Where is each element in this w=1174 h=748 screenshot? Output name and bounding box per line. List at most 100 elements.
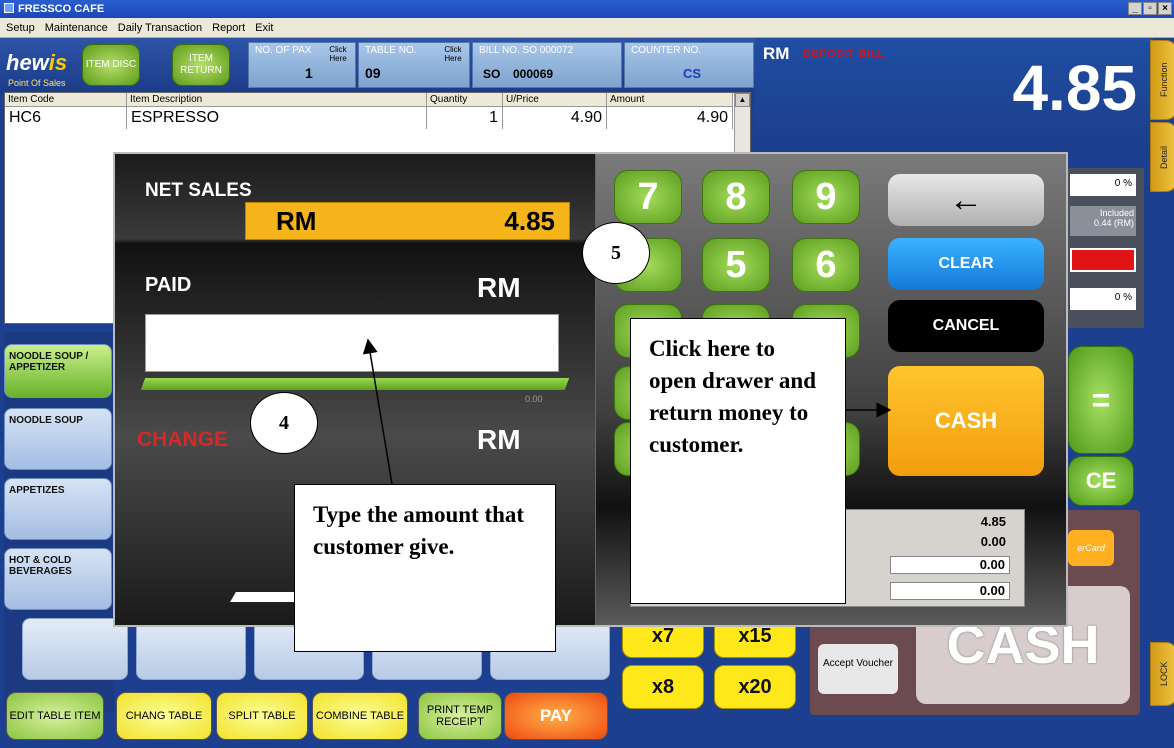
table-click-hint: Click Here: [444, 45, 462, 63]
split-table-button[interactable]: SPLIT TABLE: [216, 692, 308, 740]
category-appetizes[interactable]: APPETIZES: [4, 478, 112, 540]
pay-button[interactable]: PAY: [504, 692, 608, 740]
pax-click-hint: Click Here: [329, 45, 347, 63]
logo: hewis: [6, 50, 68, 75]
category-noodle-soup[interactable]: NOODLE SOUP: [4, 408, 112, 470]
key-9[interactable]: 9: [792, 170, 860, 224]
paid-hint: 0.00: [525, 394, 543, 404]
cell-item-description[interactable]: ESPRESSO: [127, 107, 427, 129]
paid-amount-input[interactable]: [145, 314, 559, 372]
item-return-button[interactable]: ITEM RETURN: [172, 44, 230, 86]
equals-button[interactable]: =: [1068, 346, 1134, 454]
bill-prefix: SO: [483, 67, 501, 81]
backspace-button[interactable]: ←: [888, 174, 1044, 226]
cell-quantity[interactable]: 1: [427, 107, 503, 129]
summary-balance: 0.00: [890, 582, 1010, 600]
category-hot-cold-beverages[interactable]: HOT & COLD BEVERAGES: [4, 548, 112, 610]
col-amount: Amount: [607, 93, 733, 107]
paid-label: PAID: [145, 274, 192, 296]
function-tab[interactable]: Function: [1150, 40, 1174, 120]
lock-tab[interactable]: LOCK: [1150, 642, 1174, 706]
ce-button[interactable]: CE: [1068, 456, 1134, 506]
total-amount: 4.85: [1012, 52, 1137, 124]
cell-item-code[interactable]: HC6: [5, 107, 127, 129]
cash-button[interactable]: CASH: [888, 366, 1044, 476]
edit-table-item-button[interactable]: EDIT TABLE ITEM: [6, 692, 104, 740]
menu-tile[interactable]: [22, 618, 128, 680]
key-6[interactable]: 6: [792, 238, 860, 292]
pax-label: NO. OF PAX: [255, 45, 312, 56]
title-bar: FRESSCO CAFE: [0, 0, 1174, 18]
table-label: TABLE NO.: [365, 45, 417, 56]
net-sales-box: RM 4.85: [245, 202, 570, 240]
counter-cell: COUNTER NO. CS: [624, 42, 754, 88]
service-included: Included 0.44 (RM): [1070, 206, 1136, 236]
scroll-up-icon[interactable]: ▲: [735, 93, 750, 107]
deposit-bill-label: DEPOSIT BILL: [803, 48, 885, 60]
bill-cell: BILL NO. SO 000072 SO 000069: [472, 42, 622, 88]
multiplier-x20-button[interactable]: x20: [714, 665, 796, 709]
menu-report[interactable]: Report: [212, 18, 245, 37]
pax-value: 1: [305, 65, 313, 81]
clear-button[interactable]: CLEAR: [888, 238, 1044, 290]
net-sales-currency: RM: [276, 206, 317, 236]
table-value: 09: [365, 65, 381, 81]
menu-maintenance[interactable]: Maintenance: [45, 18, 108, 37]
col-item-code: Item Code: [5, 93, 127, 107]
window-controls: _ ▫ ×: [1128, 2, 1172, 15]
table-cell[interactable]: TABLE NO. Click Here 09: [358, 42, 470, 88]
item-disc-button[interactable]: ITEM DISC: [82, 44, 140, 86]
header-strip: hewis Point Of Sales ITEM DISC ITEM RETU…: [0, 38, 755, 92]
cancel-button[interactable]: CANCEL: [888, 300, 1044, 352]
key-7[interactable]: 7: [614, 170, 682, 224]
col-quantity: Quantity: [427, 93, 503, 107]
summary-total: 4.85: [980, 514, 1006, 529]
cell-unit-price[interactable]: 4.90: [503, 107, 607, 129]
counter-value: CS: [683, 66, 702, 81]
window-title: FRESSCO CAFE: [18, 3, 105, 15]
change-table-button[interactable]: CHANG TABLE: [116, 692, 212, 740]
col-item-description: Item Description: [127, 93, 427, 107]
category-noodle-soup-appetizer[interactable]: NOODLE SOUP / APPETIZER: [4, 344, 112, 398]
menu-tile[interactable]: [136, 618, 246, 680]
menu-exit[interactable]: Exit: [255, 18, 273, 37]
bill-value: 000069: [513, 67, 554, 81]
amount-display: RM DEPOSIT BILL 4.85: [755, 38, 1153, 153]
combine-table-button[interactable]: COMBINE TABLE: [312, 692, 408, 740]
paid-currency: RM: [477, 272, 521, 303]
callout-click-cash: Click here to open drawer and return mon…: [630, 318, 846, 604]
minimize-button[interactable]: _: [1128, 2, 1142, 15]
menu-daily-transaction[interactable]: Daily Transaction: [118, 18, 202, 37]
tax-pct-field[interactable]: 0 %: [1070, 288, 1136, 310]
discount-panel: 0 % Included 0.44 (RM) 0 %: [1066, 168, 1144, 328]
summary-change: 0.00: [890, 556, 1010, 574]
discount-pct-field[interactable]: 0 %: [1070, 174, 1136, 196]
multiplier-x8-button[interactable]: x8: [622, 665, 704, 709]
key-5[interactable]: 5: [702, 238, 770, 292]
accept-voucher-button[interactable]: Accept Voucher: [818, 644, 898, 694]
close-button[interactable]: ×: [1158, 2, 1172, 15]
key-8[interactable]: 8: [702, 170, 770, 224]
pax-cell[interactable]: NO. OF PAX Click Here 1: [248, 42, 356, 88]
mastercard-button[interactable]: erCard: [1068, 530, 1114, 566]
menu-bar: Setup Maintenance Daily Transaction Repo…: [0, 18, 1174, 38]
currency-label: RM: [763, 44, 790, 63]
payment-dialog: NET SALES RM 4.85 PAID RM 0.00 CHANGE RM…: [113, 152, 1068, 627]
col-unit-price: U/Price: [503, 93, 607, 107]
app-icon: [4, 3, 14, 13]
net-sales-label: NET SALES: [145, 180, 252, 201]
maximize-button[interactable]: ▫: [1143, 2, 1157, 15]
paid-underline: [140, 378, 570, 390]
change-label: CHANGE: [137, 428, 229, 451]
change-currency: RM: [477, 424, 521, 455]
detail-tab[interactable]: Detail: [1150, 122, 1174, 192]
step-4-marker: 4: [250, 392, 318, 454]
print-temp-receipt-button[interactable]: PRINT TEMP RECEIPT: [418, 692, 502, 740]
net-sales-value: 4.85: [504, 206, 555, 236]
cell-amount[interactable]: 4.90: [607, 107, 733, 129]
menu-setup[interactable]: Setup: [6, 18, 35, 37]
step-5-marker: 5: [582, 222, 650, 284]
summary-paid: 0.00: [980, 534, 1006, 549]
counter-label: COUNTER NO.: [631, 45, 701, 56]
red-indicator: [1070, 248, 1136, 272]
